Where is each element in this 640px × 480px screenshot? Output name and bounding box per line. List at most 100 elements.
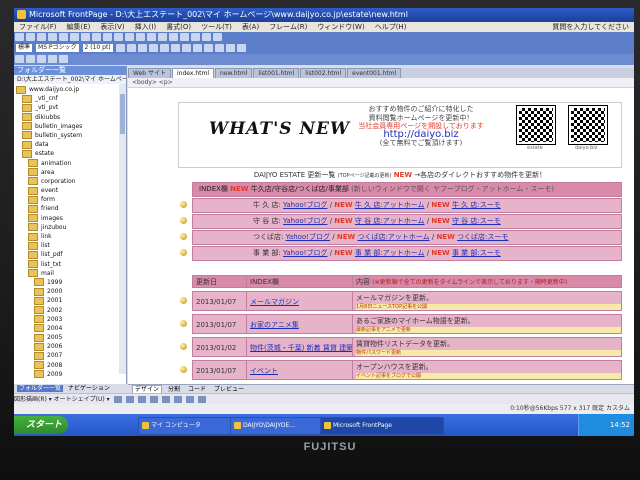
fill-color-icon[interactable] [185, 396, 194, 403]
show-all-icon[interactable] [202, 33, 211, 41]
folder-tree-item[interactable]: jinzubou [16, 223, 126, 232]
align-left-icon[interactable] [148, 44, 158, 52]
textbox-icon[interactable] [161, 396, 170, 403]
tab-website[interactable]: Web サイト [128, 68, 171, 78]
folder-tree-item[interactable]: area [16, 168, 126, 177]
athome-link[interactable]: 守 谷 店:アットホーム [355, 217, 425, 225]
copy-icon[interactable] [103, 33, 112, 41]
drawing-menu[interactable]: 図形描画(R) ▾ オートシェイプ(U) ▾ [14, 396, 110, 403]
tab-event001[interactable]: event001.html [347, 68, 402, 78]
folder-tree-item[interactable]: 1999 [16, 278, 126, 287]
save-icon[interactable] [37, 33, 46, 41]
redo-icon[interactable] [136, 33, 145, 41]
picture-icon[interactable] [158, 33, 167, 41]
oval-icon[interactable] [149, 396, 158, 403]
taskbar-btn-mycomputer[interactable]: マイ コンピュータ [138, 417, 240, 435]
folder-tree-item[interactable]: www.daijyo.co.jp [16, 85, 126, 94]
update-index-link[interactable]: イベント [250, 367, 278, 375]
update-index-link[interactable]: 物件(茨城・千葉) 新着 賃貸 建築 [250, 344, 353, 352]
folder-scrollbar[interactable] [119, 84, 126, 374]
align-center-icon[interactable] [159, 44, 169, 52]
indent-icon[interactable] [203, 44, 213, 52]
folder-tree-item[interactable]: corporation [16, 177, 126, 186]
folder-tree-item[interactable]: 2004 [16, 324, 126, 333]
folder-tree-item[interactable]: bulletin_images [16, 122, 126, 131]
form-icon[interactable] [59, 55, 68, 63]
folder-tree-item[interactable]: _vti_pvt [16, 103, 126, 112]
pane-tab-navigation[interactable]: ナビゲーション [66, 385, 112, 392]
arrow-icon[interactable] [125, 396, 134, 403]
menu-view[interactable]: 表示(V) [100, 23, 124, 31]
hyperlink-icon[interactable] [169, 33, 178, 41]
menu-edit[interactable]: 編集(E) [67, 23, 91, 31]
tab-list001[interactable]: list001.html [253, 68, 300, 78]
folder-tree-item[interactable]: data [16, 140, 126, 149]
yahoo-blog-link[interactable]: Yahoo!ブログ [286, 233, 330, 241]
suumo-link[interactable]: 守 谷 店:スーモ [452, 217, 501, 225]
tab-list002[interactable]: list002.html [300, 68, 347, 78]
open-icon[interactable] [26, 33, 35, 41]
view-tab-code[interactable]: コード [186, 386, 208, 393]
folder-tree-item[interactable]: 2006 [16, 342, 126, 351]
folder-tree-item[interactable]: 2008 [16, 361, 126, 370]
highlight-icon[interactable] [225, 44, 235, 52]
new-icon[interactable] [15, 33, 24, 41]
refresh-icon[interactable] [180, 33, 189, 41]
cut-icon[interactable] [92, 33, 101, 41]
paste-icon[interactable] [114, 33, 123, 41]
athome-link[interactable]: 牛 久 店:アットホーム [355, 201, 425, 209]
stop-icon[interactable] [191, 33, 200, 41]
line-color-icon[interactable] [197, 396, 206, 403]
menu-table[interactable]: 表(A) [242, 23, 259, 31]
numbering-icon[interactable] [181, 44, 191, 52]
rectangle-icon[interactable] [137, 396, 146, 403]
border-icon[interactable] [214, 44, 224, 52]
menu-format[interactable]: 書式(O) [166, 23, 191, 31]
help-search-box[interactable]: 質問を入力してください [552, 22, 629, 32]
undo-icon[interactable] [125, 33, 134, 41]
tab-new-html[interactable]: new.html [215, 68, 253, 78]
font-select[interactable]: MS Pゴシック [36, 44, 79, 52]
pane-tab-folders[interactable]: フォルダー一覧 [17, 385, 64, 392]
update-index-link[interactable]: お家のアニメ集 [250, 321, 299, 329]
position-icon[interactable] [26, 55, 35, 63]
folder-tree-item[interactable]: _vti_cnf [16, 94, 126, 103]
yahoo-blog-link[interactable]: Yahoo!ブログ [283, 249, 327, 257]
zoom-icon[interactable] [37, 55, 46, 63]
folder-tree-item[interactable]: list_pdf [16, 250, 126, 259]
size-select[interactable]: 2 (10 pt) [82, 44, 113, 52]
scroll-thumb[interactable] [120, 94, 125, 134]
folder-tree-item[interactable]: 2003 [16, 315, 126, 324]
wordart-icon[interactable] [173, 396, 182, 403]
style-select[interactable]: 標準 [16, 44, 33, 52]
yahoo-blog-link[interactable]: Yahoo!ブログ [283, 201, 327, 209]
table-icon[interactable] [147, 33, 156, 41]
folder-tree-item[interactable]: 2002 [16, 306, 126, 315]
line-icon[interactable] [113, 396, 122, 403]
italic-icon[interactable] [126, 44, 136, 52]
align-right-icon[interactable] [170, 44, 180, 52]
folder-tree-item[interactable]: 2007 [16, 351, 126, 360]
font-color-icon[interactable] [236, 44, 246, 52]
menu-file[interactable]: ファイル(F) [19, 23, 57, 31]
suumo-link[interactable]: 事 業 部:スーモ [452, 249, 501, 257]
print-icon[interactable] [59, 33, 68, 41]
folder-tree-item[interactable]: estate [16, 149, 126, 158]
update-index-link[interactable]: メールマガジン [250, 298, 299, 306]
folder-tree-item[interactable]: friend [16, 204, 126, 213]
folder-tree-item[interactable]: form [16, 195, 126, 204]
folder-tree-item[interactable]: link [16, 232, 126, 241]
taskbar-btn-frontpage[interactable]: Microsoft FrontPage [320, 417, 444, 435]
publish-icon[interactable] [48, 33, 57, 41]
folder-tree-item[interactable]: images [16, 214, 126, 223]
bullets-icon[interactable] [192, 44, 202, 52]
menu-frames[interactable]: フレーム(R) [269, 23, 307, 31]
folder-tree-item[interactable]: list [16, 241, 126, 250]
folder-tree-item[interactable]: animation [16, 159, 126, 168]
help-icon[interactable] [213, 33, 222, 41]
view-tab-preview[interactable]: プレビュー [212, 386, 246, 393]
folder-tree-item[interactable]: dikiubbs [16, 113, 126, 122]
folder-tree-item[interactable]: bulletin_system [16, 131, 126, 140]
menu-help[interactable]: ヘルプ(H) [375, 23, 407, 31]
table-draw-icon[interactable] [48, 55, 57, 63]
